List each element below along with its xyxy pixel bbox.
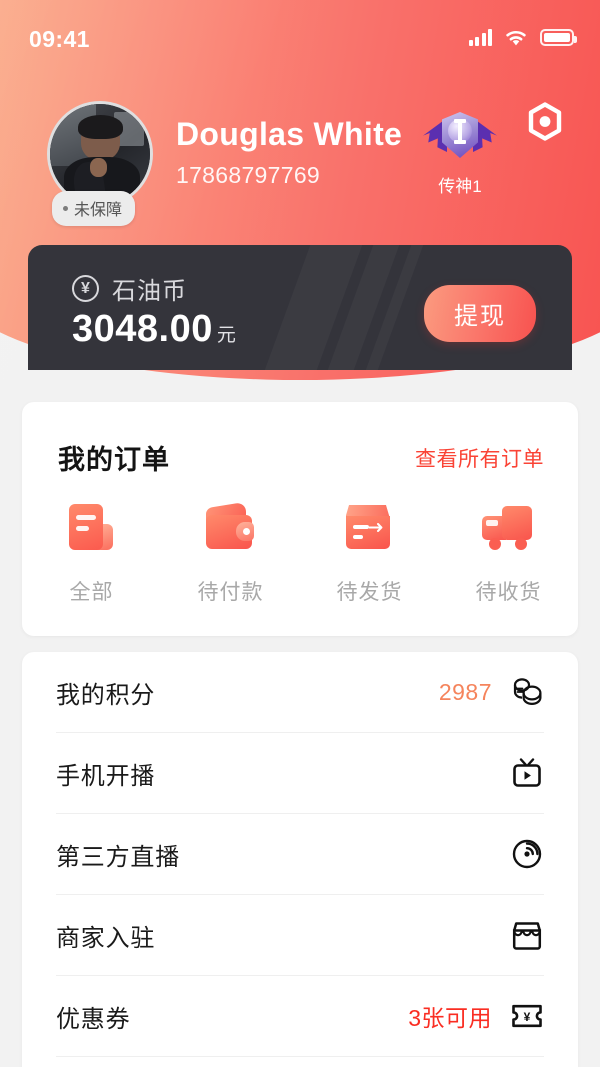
menu-card: 我的积分 2987 手机开播 第三方直播 商家入驻 优惠券 3张可用 ¥ <box>22 652 578 1067</box>
profile-summary: 未保障 Douglas White 17868797769 传神1 <box>0 92 600 226</box>
menu-row-right: 3张可用 ¥ <box>408 999 544 1033</box>
signal-bars-icon <box>468 29 492 46</box>
menu-row-mobile-broadcast[interactable]: 手机开播 <box>56 733 544 814</box>
hexagon-settings-icon <box>528 102 562 141</box>
orders-title: 我的订单 <box>58 445 170 475</box>
menu-row-right <box>492 918 544 952</box>
menu-label: 我的积分 <box>56 681 156 709</box>
menu-label: 第三方直播 <box>56 843 180 871</box>
svg-text:¥: ¥ <box>524 1010 531 1024</box>
document-icon <box>61 502 123 558</box>
truck-icon <box>478 502 540 558</box>
winged-shield-badge-icon <box>423 108 497 170</box>
menu-label: 优惠券 <box>56 1005 131 1033</box>
level-badge[interactable]: 传神1 <box>423 108 497 197</box>
orders-header: 我的订单 查看所有订单 <box>58 438 544 477</box>
coupon-ticket-icon: ¥ <box>510 999 544 1033</box>
menu-row-right: 2987 <box>439 675 544 709</box>
order-label: 待发货 <box>336 581 403 604</box>
coins-icon <box>510 675 544 709</box>
wallet-icon <box>200 501 262 558</box>
wifi-icon <box>506 30 526 46</box>
menu-label: 商家入驻 <box>56 924 156 952</box>
guard-badge-label: 未保障 <box>74 202 123 219</box>
guard-status-badge[interactable]: 未保障 <box>52 191 136 226</box>
order-label: 全部 <box>69 581 114 604</box>
user-phone: 17868797769 <box>176 162 321 188</box>
withdraw-button[interactable]: 提现 <box>424 285 536 342</box>
profile-page: 09:41 未保障 Douglas White 17868797769 传神1 … <box>0 0 600 1067</box>
wallet-card: ¥ 石油币 3048.00 元 提现 <box>28 245 572 370</box>
menu-row-merchant-entry[interactable]: 商家入驻 <box>56 895 544 976</box>
coupon-count: 3张可用 <box>408 1005 492 1031</box>
avatar-photo <box>50 104 150 204</box>
battery-icon <box>540 29 577 46</box>
menu-row-coupons[interactable]: 优惠券 3张可用 ¥ <box>56 976 544 1057</box>
amount-row: 3048.00 元 <box>72 308 236 351</box>
avatar-container[interactable]: 未保障 <box>47 101 153 226</box>
yen-coin-icon: ¥ <box>72 275 99 302</box>
coin-name: 石油币 <box>112 278 187 305</box>
order-label: 待收货 <box>475 581 542 604</box>
order-item-pending-receipt[interactable]: 待收货 <box>439 502 578 606</box>
box-arrow-icon <box>339 502 401 558</box>
order-item-all[interactable]: 全部 <box>22 502 161 606</box>
view-all-orders-link[interactable]: 查看所有订单 <box>415 443 544 473</box>
disc-icon <box>510 837 544 871</box>
status-icons <box>468 28 577 47</box>
menu-row-right <box>492 837 544 871</box>
order-item-pending-payment[interactable]: 待付款 <box>161 501 300 606</box>
status-dot-icon <box>63 205 68 211</box>
wallet-unit: 元 <box>216 325 236 346</box>
order-item-pending-shipment[interactable]: 待发货 <box>300 502 439 606</box>
orders-grid: 全部 待付款 待发货 待收货 <box>22 501 578 606</box>
points-value: 2987 <box>438 678 492 705</box>
menu-label: 手机开播 <box>56 762 156 790</box>
menu-row-third-party-live[interactable]: 第三方直播 <box>56 814 544 895</box>
shop-icon <box>510 918 544 952</box>
menu-row-points[interactable]: 我的积分 2987 <box>56 652 544 733</box>
coin-row: ¥ 石油币 <box>72 271 187 306</box>
user-name: Douglas White <box>176 116 403 152</box>
menu-row-right <box>492 756 544 790</box>
wallet-amount: 3048.00 <box>72 308 213 350</box>
order-label: 待付款 <box>197 581 264 604</box>
tv-broadcast-icon <box>510 756 544 790</box>
orders-card: 我的订单 查看所有订单 全部 待付款 待发货 待收货 <box>22 402 578 636</box>
status-bar: 09:41 <box>0 0 600 62</box>
level-label: 传神1 <box>438 177 482 196</box>
status-time: 09:41 <box>29 26 90 52</box>
settings-button[interactable] <box>522 100 568 146</box>
